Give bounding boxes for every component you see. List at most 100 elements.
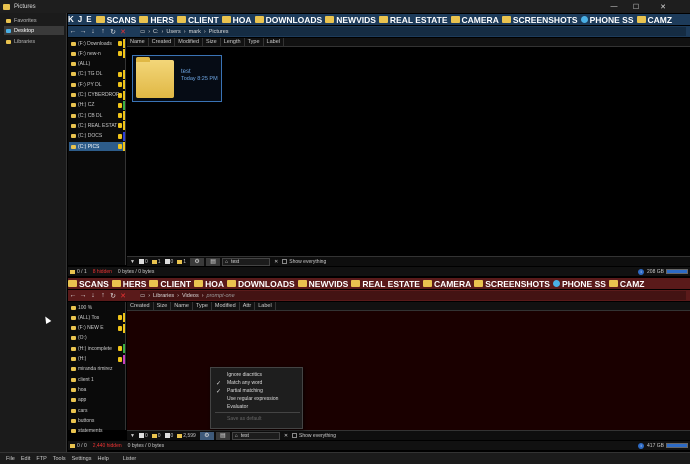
breadcrumb-segment[interactable]: Videos bbox=[182, 293, 199, 299]
breadcrumb-bottom[interactable]: ▭ › Libraries › Videos › prompt-one bbox=[140, 291, 686, 300]
filter-icon[interactable]: ▼ bbox=[130, 433, 135, 439]
tree-item[interactable]: client 1 bbox=[69, 375, 125, 384]
tree-item[interactable]: miranda rimirez bbox=[69, 365, 125, 374]
column-header[interactable]: Length bbox=[221, 37, 245, 47]
filter-input[interactable]: ⌂ test bbox=[231, 431, 280, 440]
favorite-item[interactable]: CAMERA bbox=[450, 15, 499, 25]
forward-arrow-icon[interactable]: → bbox=[78, 27, 88, 37]
column-header[interactable]: Modified bbox=[175, 37, 204, 47]
favorite-item[interactable]: HOA bbox=[194, 279, 224, 289]
down-arrow-icon[interactable]: ↓ bbox=[88, 291, 98, 301]
tree-item[interactable]: (C:) TG DL bbox=[69, 69, 125, 79]
tree-item[interactable]: hoa bbox=[69, 385, 125, 394]
favorite-item[interactable]: DOWNLOADS bbox=[254, 15, 322, 25]
tree-item[interactable]: (C:) REAL ESTAT bbox=[69, 121, 125, 131]
column-header[interactable]: Name bbox=[127, 37, 149, 47]
menu-edit[interactable]: Edit bbox=[21, 456, 30, 462]
fav-e-button[interactable]: E bbox=[86, 15, 91, 24]
refresh-icon[interactable]: ↻ bbox=[108, 27, 118, 37]
sidebar-item-desktop[interactable]: Desktop bbox=[4, 26, 64, 35]
forward-arrow-icon[interactable]: → bbox=[78, 291, 88, 301]
tree-item[interactable]: (C:) DOCS bbox=[69, 131, 125, 141]
refresh-icon[interactable]: ↻ bbox=[108, 291, 118, 301]
column-header[interactable]: Created bbox=[127, 301, 154, 311]
tree-item[interactable]: (ALL) Tos bbox=[69, 313, 125, 323]
tree-item[interactable]: cars bbox=[69, 406, 125, 415]
fav-j-button[interactable]: J bbox=[78, 15, 82, 24]
up-arrow-icon[interactable]: ↑ bbox=[98, 27, 108, 37]
show-everything-checkbox[interactable]: Show everything bbox=[292, 433, 336, 439]
tree-item[interactable]: statements bbox=[69, 427, 125, 436]
favorite-item[interactable]: SCREENSHOTS bbox=[501, 15, 578, 25]
show-everything-checkbox[interactable]: Show everything bbox=[282, 259, 326, 265]
column-header[interactable]: Name bbox=[171, 301, 193, 311]
tree-item[interactable]: (H:) incomplete bbox=[69, 344, 125, 354]
favorite-item[interactable]: CLIENT bbox=[149, 279, 191, 289]
column-header[interactable]: Attr bbox=[240, 301, 256, 311]
down-arrow-icon[interactable]: ↓ bbox=[88, 27, 98, 37]
favorite-item[interactable]: DOWNLOADS bbox=[226, 279, 295, 289]
stop-icon[interactable]: ✕ bbox=[118, 291, 128, 301]
tree-item[interactable]: (F:) new-n bbox=[69, 49, 125, 59]
info-icon[interactable]: i bbox=[638, 442, 645, 449]
column-header[interactable]: Created bbox=[149, 37, 176, 47]
favorite-item[interactable]: HOA bbox=[221, 15, 252, 25]
info-icon[interactable]: i bbox=[638, 268, 645, 275]
breadcrumb-segment[interactable]: C: bbox=[153, 29, 159, 35]
tree-item[interactable]: (H:) bbox=[69, 354, 125, 364]
breadcrumb-segment[interactable]: prompt-one bbox=[207, 293, 235, 299]
maximize-button[interactable]: ☐ bbox=[625, 0, 647, 13]
sidebar-item-libraries[interactable]: Libraries bbox=[4, 37, 64, 46]
favorite-item[interactable]: HERS bbox=[139, 15, 174, 25]
favorite-item[interactable]: CAMERA bbox=[422, 279, 471, 289]
tree-item[interactable]: buttons bbox=[69, 416, 125, 425]
tree-item[interactable]: app bbox=[69, 396, 125, 405]
tree-item[interactable]: 100 % bbox=[69, 303, 125, 312]
close-button[interactable]: ✕ bbox=[652, 0, 674, 13]
menu-settings[interactable]: Settings bbox=[72, 456, 92, 462]
tree-item[interactable]: (C:) CYBERDROP bbox=[69, 90, 125, 100]
clear-filter-icon[interactable]: ✕ bbox=[284, 433, 288, 439]
gear-icon[interactable]: ⚙ bbox=[199, 431, 214, 440]
favorite-item[interactable]: REAL ESTATE bbox=[378, 15, 448, 25]
tree-item[interactable]: (F:) Downloads bbox=[69, 39, 125, 48]
menu-item[interactable]: Evaluator bbox=[211, 403, 304, 411]
column-header[interactable]: Type bbox=[193, 301, 212, 311]
favorite-item[interactable]: HERS bbox=[111, 279, 146, 289]
page-dropdown-button[interactable]: ▤ bbox=[206, 257, 221, 266]
menu-item[interactable]: Use regular expression bbox=[211, 395, 304, 403]
column-header[interactable]: Size bbox=[154, 301, 172, 311]
favorite-item[interactable]: CAMZ bbox=[636, 15, 672, 25]
menu-item[interactable]: Ignore diacritics bbox=[211, 371, 304, 379]
tree-item[interactable]: (O:) bbox=[69, 334, 125, 343]
tree-item[interactable]: (C:) CB DL bbox=[69, 111, 125, 121]
menu-ftp[interactable]: FTP bbox=[36, 456, 46, 462]
menu-tools[interactable]: Tools bbox=[53, 456, 66, 462]
column-header[interactable]: Size bbox=[203, 37, 221, 47]
favorite-item[interactable]: REAL ESTATE bbox=[351, 279, 420, 289]
breadcrumb-segment[interactable]: Libraries bbox=[153, 293, 174, 299]
breadcrumb-segment[interactable]: mark bbox=[189, 29, 201, 35]
hidden-count[interactable]: 8 hidden bbox=[93, 269, 112, 275]
menu-item[interactable]: ✓ Match any word bbox=[211, 379, 304, 387]
filter-icon[interactable]: ▼ bbox=[130, 259, 135, 265]
stop-icon[interactable]: ✕ bbox=[118, 27, 128, 37]
favorite-item[interactable]: CAMZ bbox=[608, 279, 644, 289]
filter-input[interactable]: ⌂ test bbox=[222, 257, 271, 266]
sidebar-item-favorites[interactable]: Favorites bbox=[4, 16, 64, 25]
tree-item[interactable]: (F:) NEW E bbox=[69, 323, 125, 333]
back-arrow-icon[interactable]: ← bbox=[68, 291, 78, 301]
column-header[interactable]: Type bbox=[245, 37, 264, 47]
back-arrow-icon[interactable]: ← bbox=[68, 27, 78, 37]
clear-filter-icon[interactable]: ✕ bbox=[274, 259, 278, 265]
breadcrumb-segment[interactable]: Users bbox=[166, 29, 180, 35]
tree-item[interactable]: (ALL) bbox=[69, 60, 125, 69]
breadcrumb-top[interactable]: ▭ › C: › Users › mark › Pictures bbox=[140, 27, 686, 36]
menu-lister[interactable]: Lister bbox=[123, 456, 136, 462]
minimize-button[interactable]: — bbox=[603, 0, 625, 13]
column-header[interactable]: Label bbox=[255, 301, 276, 311]
favorite-item[interactable]: PHONE SS bbox=[552, 279, 606, 289]
favorite-item[interactable]: CLIENT bbox=[176, 15, 219, 25]
breadcrumb-segment[interactable]: Pictures bbox=[209, 29, 229, 35]
favorite-item[interactable]: NEWVIDS bbox=[325, 15, 376, 25]
